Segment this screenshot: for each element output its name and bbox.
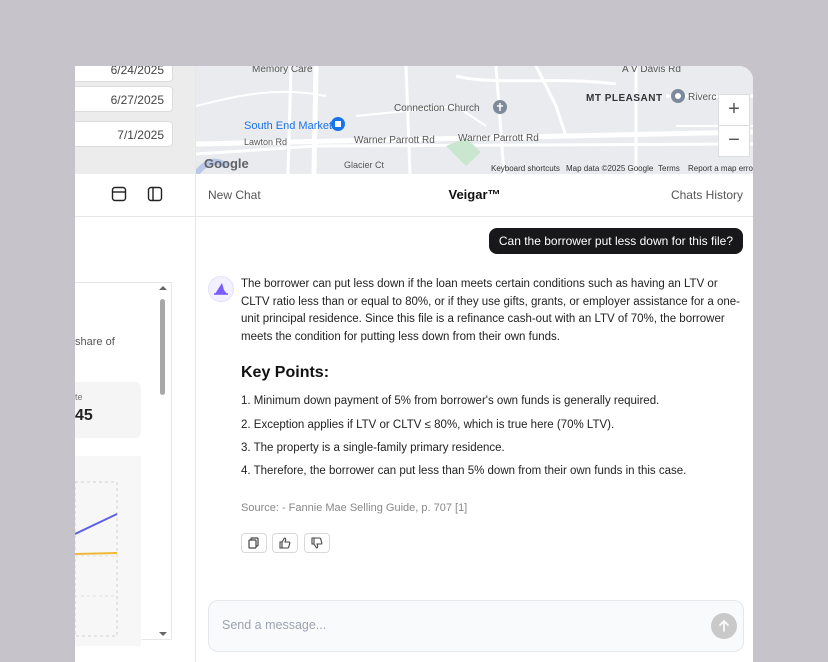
key-point: 2. Exception applies if LTV or CLTV ≤ 80…	[241, 419, 615, 431]
thumbs-up-button[interactable]	[272, 533, 298, 553]
stat-card: te 45	[75, 382, 141, 438]
answer-source: Source: - Fannie Mae Selling Guide, p. 7…	[241, 502, 468, 514]
chat-title: Veigar™	[448, 187, 501, 202]
map-footer-link[interactable]: Terms	[658, 164, 680, 173]
key-point: 3. The property is a single-family prima…	[241, 442, 505, 454]
date-field[interactable]: 7/1/2025	[75, 121, 173, 147]
map-footer-text: Map data ©2025 Google	[566, 164, 654, 173]
scroll-down-icon[interactable]	[159, 631, 167, 637]
panel-text: share of	[75, 336, 115, 348]
scrollbar[interactable]	[159, 286, 167, 636]
sidebar-toggle-icon[interactable]	[147, 186, 163, 202]
key-points-title: Key Points:	[241, 364, 330, 381]
map-label: Memory Care	[252, 66, 313, 75]
map-label: MT PLEASANT	[586, 93, 663, 104]
place-pin-icon[interactable]	[670, 88, 686, 104]
arrow-up-icon	[719, 619, 729, 632]
market-pin-icon[interactable]	[330, 116, 346, 132]
map-label: Connection Church	[394, 103, 480, 114]
zoom-in-button[interactable]: +	[718, 94, 750, 126]
map[interactable]: Memory Care A V Davis Rd MT PLEASANT Riv…	[196, 66, 753, 174]
stat-label: te	[75, 392, 83, 402]
panel-top-icon[interactable]	[111, 186, 127, 202]
assistant-avatar	[208, 276, 234, 302]
left-toolbar	[75, 174, 195, 217]
church-pin-icon[interactable]	[492, 99, 508, 115]
series-line-yellow	[75, 552, 118, 555]
map-label: Lawton Rd	[244, 137, 288, 147]
key-point: 1. Minimum down payment of 5% from borro…	[241, 395, 660, 407]
mini-chart	[75, 456, 141, 646]
assistant-answer: The borrower can put less down if the lo…	[241, 278, 741, 343]
scroll-up-icon[interactable]	[159, 285, 167, 291]
wizard-hat-icon	[214, 283, 228, 295]
chats-history-button[interactable]: Chats History	[671, 188, 743, 202]
map-label: A V Davis Rd	[622, 66, 681, 75]
map-label: Warner Parrott Rd	[458, 133, 539, 144]
map-footer-link[interactable]: Report a map error	[688, 164, 753, 173]
map-label: Glacier Ct	[344, 160, 385, 170]
map-footer-link[interactable]: Keyboard shortcuts	[491, 164, 560, 173]
message-input[interactable]: Send a message...	[222, 618, 326, 632]
thumbs-up-icon	[279, 537, 291, 549]
stat-value: 45	[75, 407, 93, 424]
key-point: 4. Therefore, the borrower can put less …	[241, 465, 687, 477]
copy-button[interactable]	[241, 533, 267, 553]
google-logo: Google	[204, 156, 249, 171]
left-panel: 6/24/2025 6/27/2025 7/1/2025 share of te	[75, 66, 196, 662]
zoom-out-button[interactable]: −	[718, 125, 750, 157]
map-label: Riverc	[688, 92, 717, 103]
mini-chart-svg	[75, 481, 118, 637]
date-field[interactable]: 6/27/2025	[75, 86, 173, 112]
date-field[interactable]: 6/24/2025	[75, 66, 173, 82]
scroll-thumb[interactable]	[160, 299, 165, 395]
user-message: Can the borrower put less down for this …	[488, 228, 743, 254]
chat-header: New Chat Veigar™ Chats History	[196, 174, 753, 217]
thumbs-down-button[interactable]	[304, 533, 330, 553]
thumbs-down-icon	[311, 537, 323, 549]
send-button[interactable]	[711, 613, 737, 639]
date-list: 6/24/2025 6/27/2025 7/1/2025	[75, 66, 195, 174]
chat-panel: New Chat Veigar™ Chats History Can the b…	[196, 174, 753, 662]
copy-icon	[248, 537, 259, 549]
app-window: 6/24/2025 6/27/2025 7/1/2025 share of te	[75, 66, 753, 662]
map-label: Warner Parrott Rd	[354, 135, 435, 146]
series-line-blue	[75, 513, 118, 535]
map-label[interactable]: South End Market	[244, 120, 332, 132]
message-input-box[interactable]: Send a message...	[208, 600, 744, 652]
